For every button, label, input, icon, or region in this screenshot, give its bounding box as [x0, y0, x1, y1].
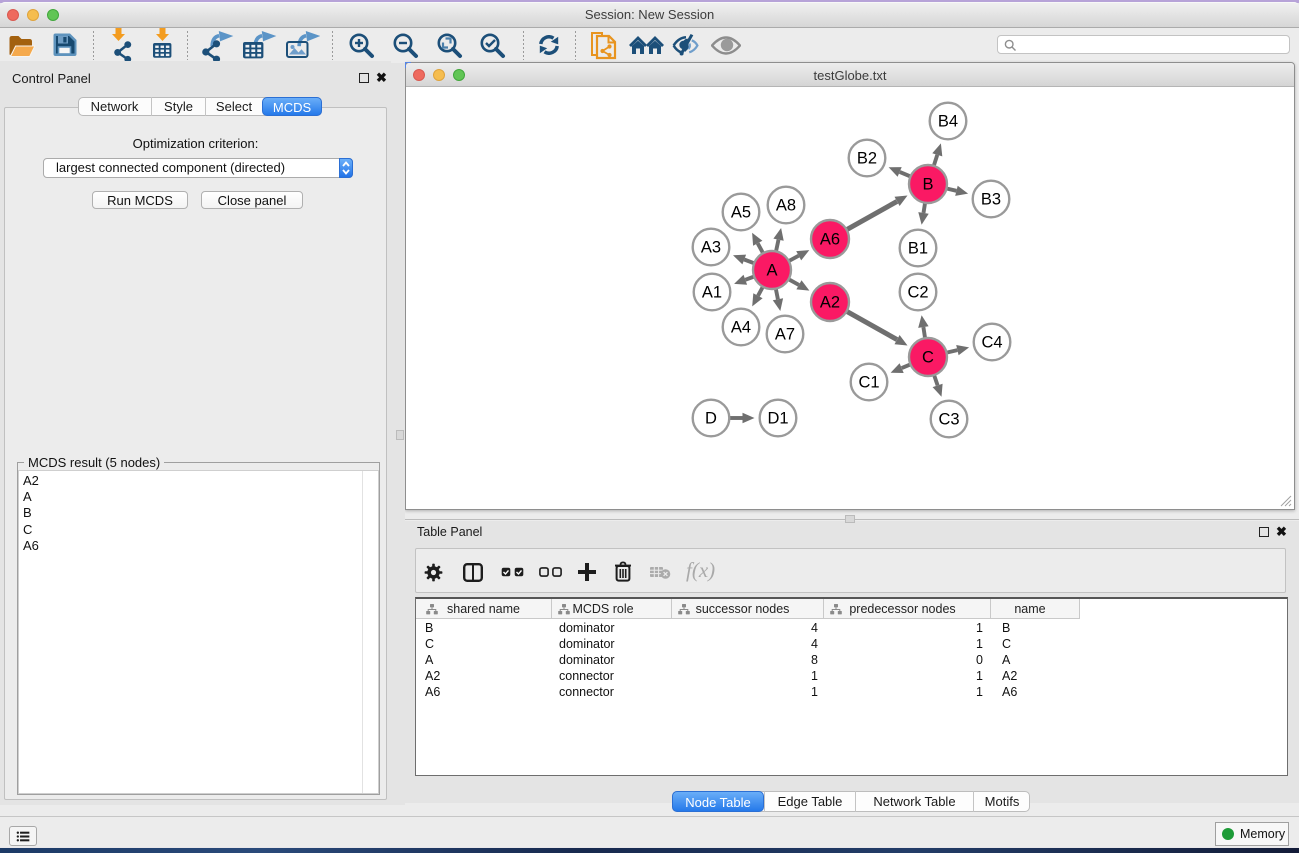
svg-text:A: A [766, 262, 777, 280]
svg-text:A5: A5 [731, 204, 751, 222]
svg-text:A1: A1 [702, 284, 722, 302]
svg-text:C1: C1 [858, 374, 879, 392]
svg-text:C: C [922, 349, 934, 367]
svg-text:A8: A8 [776, 197, 796, 215]
svg-text:D: D [705, 410, 717, 428]
svg-text:D1: D1 [767, 410, 788, 428]
svg-text:A7: A7 [775, 326, 795, 344]
svg-text:B2: B2 [857, 150, 877, 168]
svg-text:A6: A6 [820, 231, 840, 249]
svg-text:C4: C4 [981, 334, 1002, 352]
svg-text:B4: B4 [938, 113, 958, 131]
svg-text:A2: A2 [820, 294, 840, 312]
svg-text:C2: C2 [907, 284, 928, 302]
svg-text:C3: C3 [938, 411, 959, 429]
svg-text:A3: A3 [701, 239, 721, 257]
svg-text:A4: A4 [731, 319, 751, 337]
svg-text:B1: B1 [908, 240, 928, 258]
svg-text:B3: B3 [981, 191, 1001, 209]
svg-text:B: B [922, 176, 933, 194]
